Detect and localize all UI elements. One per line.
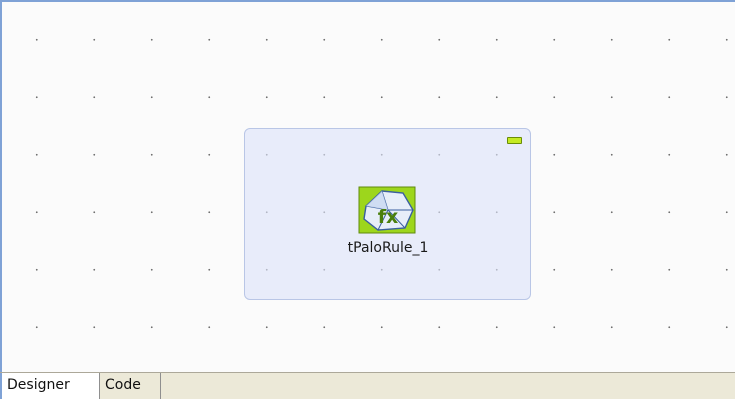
component-tpalorule[interactable]: fx tPaloRule_1 (330, 186, 446, 262)
editor-tab-bar: Designer Code (0, 372, 735, 399)
job-editor: fx tPaloRule_1 Designer Code (0, 0, 735, 399)
minimize-icon[interactable] (507, 137, 522, 144)
palo-rule-fx-icon[interactable]: fx (358, 186, 416, 234)
tab-designer[interactable]: Designer (0, 373, 100, 399)
tab-code[interactable]: Code (100, 373, 161, 399)
fx-icon-text: fx (378, 206, 399, 228)
component-label: tPaloRule_1 (347, 240, 429, 256)
